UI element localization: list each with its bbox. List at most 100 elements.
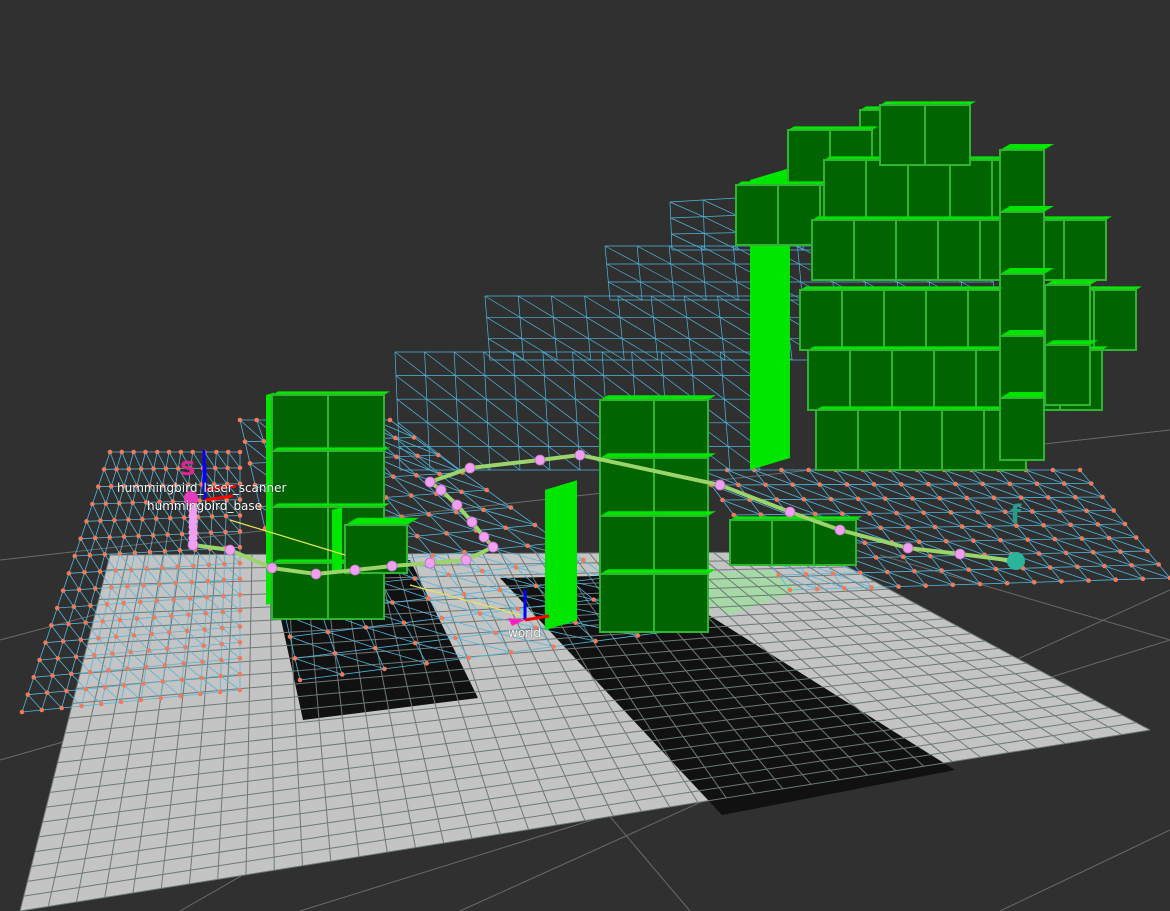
voxel-front (328, 451, 384, 507)
wire-node (87, 669, 93, 675)
wire-node (166, 630, 172, 635)
wireframe-mesh (145, 451, 154, 469)
wire-node (221, 593, 226, 599)
wire-node (926, 481, 931, 487)
wire-node (593, 638, 598, 644)
wire-node (225, 449, 231, 455)
wire-node (179, 677, 185, 683)
voxel-front (600, 400, 654, 458)
wireframe-mesh (488, 338, 524, 361)
wireframe-mesh (631, 351, 664, 376)
wire-node (212, 465, 218, 471)
wireframe-mesh (155, 518, 168, 535)
wire-node (138, 697, 144, 703)
wire-node (885, 569, 890, 575)
voxel-front (842, 290, 884, 350)
wire-node (158, 695, 164, 701)
wireframe-mesh (521, 338, 558, 361)
wireframe-mesh (167, 534, 181, 551)
voxel-front (866, 160, 908, 220)
wireframe-mesh (542, 351, 575, 376)
wireframe-mesh (395, 375, 427, 400)
wire-node (1068, 522, 1074, 528)
wire-node (159, 565, 165, 571)
voxel-front (1000, 336, 1044, 398)
wire-node (82, 570, 87, 575)
wire-node (635, 633, 641, 638)
wireframe-mesh (394, 351, 401, 471)
voxel-front (850, 350, 892, 410)
wire-node (71, 604, 77, 610)
wire-node (183, 644, 188, 650)
wire-node (137, 599, 143, 605)
wireframe-mesh (584, 295, 621, 318)
wire-node (806, 467, 811, 473)
wire-node (1079, 536, 1085, 541)
wireframe-mesh (572, 351, 604, 376)
waypoint-sphere (435, 484, 447, 496)
wireframe-mesh (655, 338, 692, 361)
wireframe-mesh (128, 519, 139, 537)
wire-node (106, 668, 112, 673)
voxel-front (1045, 285, 1090, 345)
wire-node (130, 500, 135, 506)
waypoint-sphere (784, 506, 796, 518)
wire-node (977, 581, 983, 587)
voxel-front (272, 395, 328, 451)
wire-node (144, 566, 149, 571)
voxel-front (654, 458, 708, 516)
waypoint-sphere (349, 564, 361, 576)
wire-node (1025, 537, 1030, 542)
wire-node (943, 538, 949, 544)
wireframe-mesh (515, 398, 548, 424)
wire-node (508, 505, 514, 510)
wire-node (242, 439, 248, 444)
wire-node (382, 666, 387, 672)
voxel-front (808, 350, 850, 410)
wireframe-mesh (684, 295, 721, 318)
wire-node (1063, 550, 1069, 556)
wire-node (830, 571, 836, 576)
wireframe-mesh (670, 217, 705, 234)
wireframe-mesh (671, 233, 705, 251)
wireframe-mesh (661, 351, 693, 376)
wire-node (50, 673, 55, 678)
wire-node (237, 687, 243, 693)
voxel-front (600, 574, 654, 632)
wireframe-mesh (394, 351, 426, 376)
wireframe-mesh (617, 295, 625, 361)
wire-node (223, 513, 229, 519)
wireframe-mesh (702, 263, 737, 283)
wire-node (201, 643, 206, 648)
wire-node (515, 606, 521, 612)
wireframe-mesh (428, 446, 461, 471)
wireframe-mesh (74, 555, 85, 573)
wireframe-mesh (456, 398, 488, 424)
frame-label-world: world (508, 626, 542, 640)
wire-node (68, 671, 74, 677)
wire-node (1073, 494, 1078, 500)
wire-node (1002, 509, 1008, 515)
wireframe-mesh (51, 625, 64, 642)
wire-node (513, 565, 519, 570)
wire-node (153, 516, 159, 521)
scene-canvas[interactable] (0, 0, 1170, 911)
wireframe-mesh (584, 295, 592, 361)
wire-node (96, 635, 101, 641)
wireframe-mesh (118, 503, 129, 520)
wire-node (1041, 522, 1046, 528)
wire-node (237, 544, 243, 550)
3d-viewport[interactable]: s f hummingbird_laser_scanner hummingbir… (0, 0, 1170, 911)
wireframe-mesh (109, 537, 121, 554)
wire-node (1061, 481, 1067, 486)
wire-node (993, 566, 999, 572)
wire-node (1059, 579, 1064, 584)
wire-node (200, 659, 205, 665)
wireframe-mesh (486, 317, 522, 339)
wire-node (101, 467, 107, 472)
wire-node (948, 510, 954, 515)
wireframe-mesh (197, 516, 212, 533)
wire-node (497, 587, 503, 593)
waypoint-sphere (266, 562, 278, 574)
wire-node (1102, 563, 1107, 569)
